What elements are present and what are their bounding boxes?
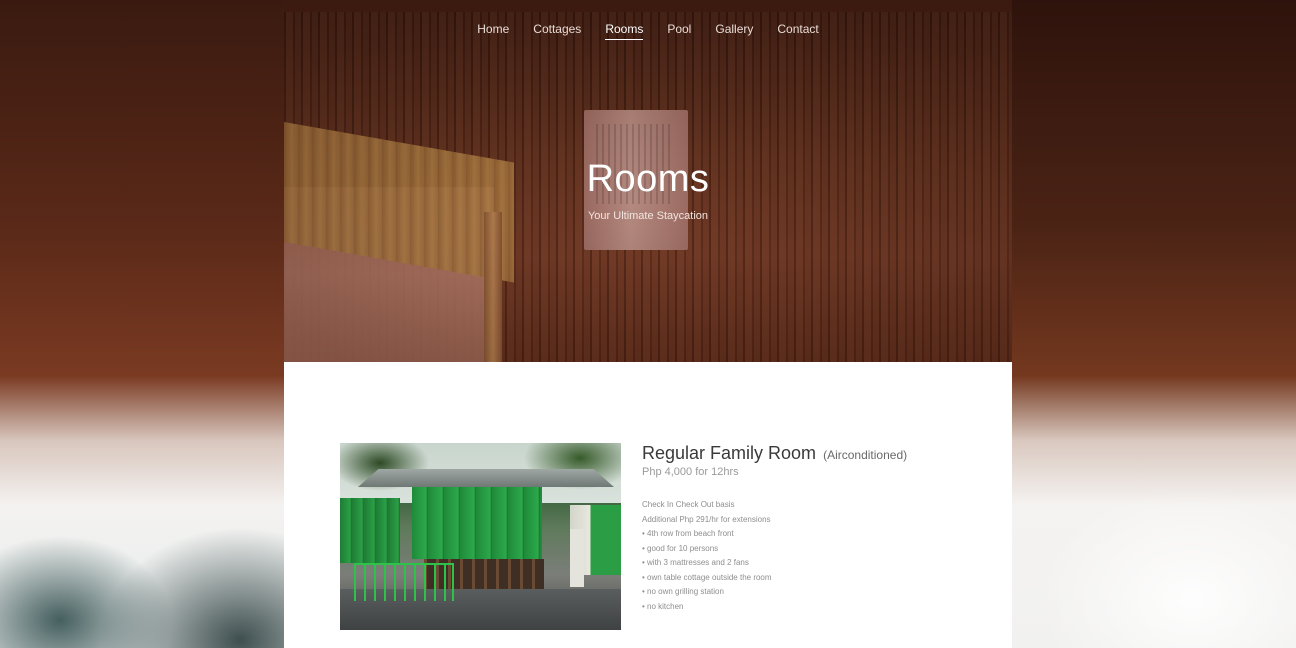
list-item: • good for 10 persons: [642, 543, 719, 553]
room-price: Php 4,000 for 12hrs: [642, 466, 739, 478]
background-blur-left: [0, 0, 284, 648]
nav-pool-link[interactable]: Pool: [655, 19, 703, 39]
nav-gallery-link[interactable]: Gallery: [703, 19, 765, 39]
list-item: • 4th row from beach front: [642, 529, 734, 538]
background-blur-right: [1012, 0, 1296, 648]
list-item: Check In Check Out basis: [642, 500, 735, 509]
hero-banner: Home Cottages Rooms Pool Gallery Contact…: [284, 12, 1012, 362]
room-photo: [340, 443, 621, 630]
list-item: Additional Php 291/hr for extensions: [642, 514, 771, 524]
list-item: • no kitchen: [642, 601, 684, 611]
nav-cottages-link[interactable]: Cottages: [521, 19, 593, 39]
main-nav: Home Cottages Rooms Pool Gallery Contact: [284, 19, 1012, 40]
list-item: • with 3 mattresses and 2 fans: [642, 558, 749, 567]
page-subtitle: Your Ultimate Staycation: [587, 210, 709, 222]
nav-rooms-link[interactable]: Rooms: [593, 19, 655, 40]
page-container: Home Cottages Rooms Pool Gallery Contact…: [284, 12, 1012, 648]
nav-contact-link[interactable]: Contact: [765, 19, 830, 39]
room-note: (Airconditioned): [823, 448, 908, 462]
nav-home-link[interactable]: Home: [465, 19, 521, 39]
room-details-list: Check In Check Out basis Additional Php …: [642, 498, 772, 614]
list-item: • own table cottage outside the room: [642, 572, 772, 582]
list-item: • no own grilling station: [642, 587, 724, 596]
room-title: Regular Family Room (Airconditioned): [642, 443, 907, 464]
room-name: Regular Family Room: [642, 443, 817, 463]
page-title: Rooms: [586, 158, 710, 200]
